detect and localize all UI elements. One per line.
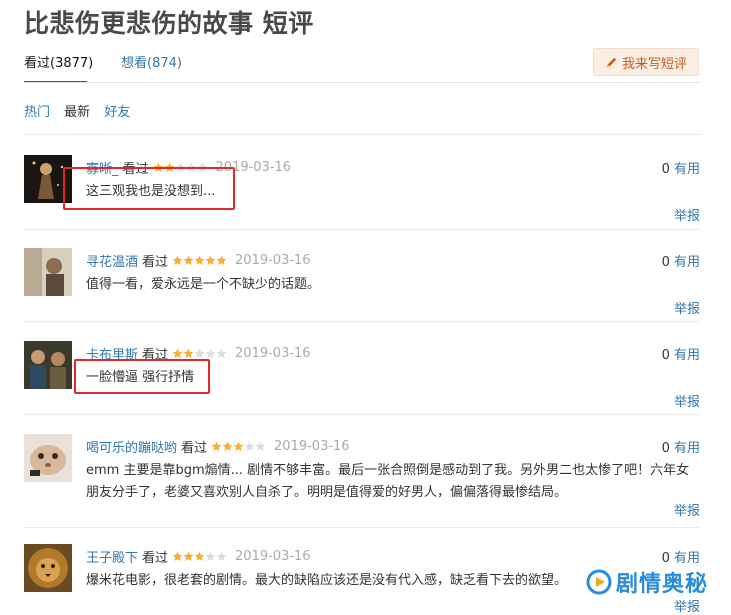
useful-vote[interactable]: 0 有用 [662,158,700,177]
report-link[interactable]: 举报 [674,391,700,410]
useful-count: 0 [661,348,670,363]
watermark-logo-icon [586,569,612,595]
watch-status: 看过 [142,255,169,270]
review-meta: 寻花温酒 看过 2019-03-16 [86,251,311,270]
useful-vote[interactable]: 0 有用 [662,344,700,363]
useful-vote[interactable]: 0 有用 [662,437,700,456]
divider [24,134,700,135]
star-filled-icon [222,441,233,451]
star-empty-icon [255,441,266,451]
star-filled-icon [183,255,194,265]
review-text: 值得一看，爱永远是一个不缺少的话题。 [86,277,321,292]
star-filled-icon [183,551,194,561]
report-link[interactable]: 举报 [674,205,700,224]
filter-latest[interactable]: 最新 [64,105,90,120]
watermark-text: 剧情奥秘 [616,572,709,597]
tab-want-to-watch[interactable]: 想看(874) [121,52,182,71]
highlight-box [63,167,235,210]
divider [24,527,700,528]
useful-vote[interactable]: 0 有用 [662,251,700,270]
star-filled-icon [183,348,194,358]
pencil-icon [606,57,617,67]
divider [24,229,700,230]
avatar[interactable] [24,341,72,389]
useful-label: 有用 [673,348,700,363]
star-filled-icon [205,255,216,265]
write-review-button[interactable]: 我来写短评 [593,48,699,76]
useful-label: 有用 [673,255,700,270]
review-date: 2019-03-16 [235,549,311,564]
useful-count: 0 [661,255,670,270]
tab-watched[interactable]: 看过(3877) [24,52,93,71]
useful-vote[interactable]: 0 有用 [662,547,700,566]
useful-label: 有用 [673,551,700,566]
star-empty-icon [216,348,227,358]
star-empty-icon [244,441,255,451]
avatar[interactable] [24,248,72,296]
rating-stars [211,441,266,452]
highlight-box [74,359,210,394]
username-link[interactable]: 王子殿下 [86,547,138,566]
review-item: 寻花温酒 看过 2019-03-16 0 有用 值得一看，爱永远是一个不缺少的话… [24,248,700,320]
filter-friends[interactable]: 好友 [104,105,130,120]
review-item: 喝可乐的蹦哒哟 看过 2019-03-16 0 有用 emm 主要是靠bgm煽情… [24,434,700,519]
divider [24,321,700,322]
watermark: 剧情奥秘 [586,566,708,598]
useful-label: 有用 [673,441,700,456]
divider [24,414,700,415]
review-meta: 王子殿下 看过 2019-03-16 [86,547,311,566]
watch-status: 看过 [142,551,169,566]
rating-stars [172,551,227,562]
divider [24,82,700,83]
useful-count: 0 [661,551,670,566]
watch-status: 看过 [181,441,208,456]
star-filled-icon [194,255,205,265]
report-link[interactable]: 举报 [674,596,700,615]
star-filled-icon [172,551,183,561]
page-title: 比悲伤更悲伤的故事 短评 [24,9,314,38]
filter-hot[interactable]: 热门 [24,105,50,120]
review-date: 2019-03-16 [235,253,311,268]
review-text: emm 主要是靠bgm煽情... 剧情不够丰富。最后一张合照倒是感动到了我。另外… [86,463,690,500]
useful-count: 0 [661,441,670,456]
star-empty-icon [205,348,216,358]
rating-stars [172,348,227,359]
avatar[interactable] [24,544,72,592]
rating-stars [172,255,227,266]
review-date: 2019-03-16 [274,439,350,454]
report-link[interactable]: 举报 [674,500,700,519]
sort-filters: 热门 最新 好友 [24,101,140,120]
write-review-label: 我来写短评 [621,56,687,72]
review-meta: 喝可乐的蹦哒哟 看过 2019-03-16 [86,437,350,456]
star-filled-icon [194,551,205,561]
star-filled-icon [211,441,222,451]
review-date: 2019-03-16 [235,346,311,361]
star-filled-icon [172,348,183,358]
star-filled-icon [216,255,227,265]
star-filled-icon [233,441,244,451]
username-link[interactable]: 寻花温酒 [86,251,138,270]
star-filled-icon [172,255,183,265]
avatar[interactable] [24,434,72,482]
useful-label: 有用 [673,162,700,177]
star-empty-icon [194,348,205,358]
star-empty-icon [205,551,216,561]
username-link[interactable]: 喝可乐的蹦哒哟 [86,437,177,456]
report-link[interactable]: 举报 [674,298,700,317]
star-empty-icon [216,551,227,561]
useful-count: 0 [661,162,670,177]
